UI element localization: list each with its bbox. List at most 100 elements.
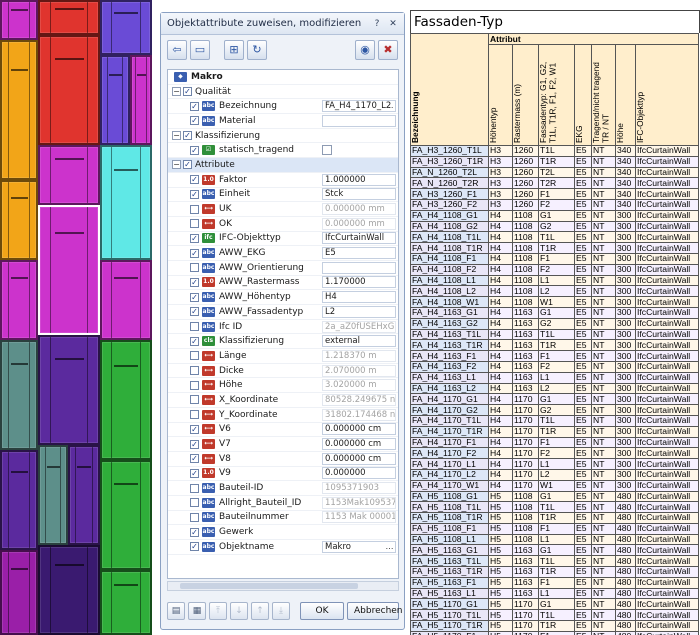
facade-panel[interactable] [100, 260, 152, 340]
table-row[interactable]: FA_H4_1108_T1R H4 1108 T1R E5 NT 300 IfcCurtain… [410, 242, 699, 254]
attribute-checkbox[interactable]: ✓ [190, 336, 199, 346]
table-row[interactable]: FA_H5_1163_F1 H5 1163 F1 E5 NT 480 IfcCurtainWa… [410, 576, 699, 589]
table-row[interactable]: FA_H4_1170_G2 H4 1170 G2 E5 NT 300 IfcCurtainWa… [410, 404, 699, 416]
table-row[interactable]: FA_H4_1108_G1 H4 1108 G1 E5 NT 300 IfcCurtainWa… [410, 209, 699, 222]
tree-attribute-row[interactable]: ⟷ OK 0.000000 mm [168, 217, 398, 232]
table-row[interactable]: FA_H4_1163_G1 H4 1163 G1 E5 NT 300 IfcCurtainWa… [410, 306, 699, 319]
attribute-value-field[interactable]: external [322, 335, 396, 348]
tree-attribute-row[interactable]: ✓ abc Einheit Stck [168, 188, 398, 203]
table-row[interactable]: FA_H5_1163_T1L H5 1163 T1L E5 NT 480 IfcCurtain… [410, 555, 699, 568]
attribute-value-field[interactable]: L2 [322, 305, 396, 318]
attribute-checkbox[interactable] [190, 322, 199, 332]
attribute-checkbox[interactable]: ✓ [190, 277, 199, 287]
facade-panel[interactable] [0, 340, 38, 450]
tree-attribute-row[interactable]: ✓ ☑ statisch_tragend [168, 143, 398, 159]
table-row[interactable]: FA_H4_1108_G2 H4 1108 G2 E5 NT 300 IfcCurtainWa… [410, 220, 699, 233]
attribute-checkbox[interactable]: ✓ [190, 439, 199, 449]
table-row[interactable]: FA_H4_1108_W1 H4 1108 W1 E5 NT 300 IfcCurtainWa… [410, 296, 699, 308]
tree-attribute-row[interactable]: abc AWW_Orientierung [168, 261, 398, 276]
table-row[interactable]: FA_H5_1163_T1R H5 1163 T1R E5 NT 480 IfcCurtain… [410, 566, 699, 578]
attribute-value-field[interactable]: 0.000000 cm [322, 452, 396, 465]
browse-icon[interactable]: … [385, 542, 394, 551]
attribute-checkbox[interactable]: ✓ [190, 468, 199, 478]
tree-group-row[interactable]: − ✓ Klassifizierung [168, 129, 398, 144]
facade-panel[interactable] [100, 145, 152, 260]
table-row[interactable]: FA_H4_1108_F2 H4 1108 F2 E5 NT 300 IfcCurtainWa… [410, 263, 699, 276]
attribute-checkbox[interactable]: ✓ [190, 424, 199, 434]
attribute-checkbox[interactable] [190, 219, 199, 229]
table-row[interactable]: FA_H4_1163_L2 H4 1163 L2 E5 NT 300 IfcCurtainWa… [410, 382, 699, 395]
facade-3d-view[interactable] [0, 0, 152, 635]
attribute-checkbox[interactable]: ✓ [190, 248, 199, 258]
delete-attribute-icon[interactable]: ✖ [378, 40, 398, 60]
facade-panel[interactable] [100, 460, 152, 570]
tree-attribute-row[interactable]: ✓ abc Bezeichnung FA_H4_1170_L2… [168, 99, 398, 115]
attribute-checkbox[interactable]: ✓ [190, 101, 199, 111]
attribute-value-field[interactable]: Makro… [322, 540, 396, 553]
tree-attribute-row[interactable]: ✓ abc AWW_Höhentyp H4 [168, 290, 398, 305]
table-row[interactable]: FA_H4_1163_L1 H4 1163 L1 E5 NT 300 IfcCurtainWa… [410, 371, 699, 384]
move-up-icon[interactable]: ↑ [251, 602, 269, 620]
attribute-value-field[interactable]: E5 [322, 247, 396, 260]
attribute-value-field[interactable] [322, 261, 396, 274]
tree-attribute-row[interactable]: ✓ abc AWW_EKG E5 [168, 246, 398, 261]
expand-collapse-icon[interactable]: − [172, 160, 181, 170]
cancel-button[interactable]: Abbrechen [347, 602, 403, 620]
tree-attribute-row[interactable]: ✓ 1.0 AWW_Rastermass 1.170000 [168, 276, 398, 291]
table-row[interactable]: FA_H4_1108_L1 H4 1108 L1 E5 NT 300 IfcCurtainWa… [410, 274, 699, 287]
facade-panel[interactable] [0, 40, 38, 180]
table-row[interactable]: FA_H5_1170_T1L H5 1170 T1L E5 NT 480 IfcCurtain… [410, 609, 699, 622]
facade-panel[interactable] [0, 0, 38, 40]
table-row[interactable]: FA_H4_1163_T1L H4 1163 T1L E5 NT 300 IfcCurtain… [410, 328, 699, 341]
table-row[interactable]: FA_H4_1170_F2 H4 1170 F2 E5 NT 300 IfcCurtainWa… [410, 447, 699, 460]
attribute-checkbox[interactable] [190, 512, 199, 522]
table-row[interactable]: FA_H5_1108_L1 H5 1108 L1 E5 NT 480 IfcCurtainWa… [410, 533, 699, 546]
facade-panel[interactable] [0, 180, 38, 260]
tree-attribute-row[interactable]: ⟷ UK 0.000000 mm [168, 202, 398, 217]
attribute-checkbox[interactable] [190, 498, 199, 508]
table-row[interactable]: FA_H4_1108_F1 H4 1108 F1 E5 NT 300 IfcCurtainWa… [410, 252, 699, 265]
tree-attribute-row[interactable]: ⟷ Dicke 2.070000 m [168, 364, 398, 379]
attribute-checkbox[interactable]: ✓ [190, 542, 199, 552]
expand-collapse-icon[interactable]: − [172, 131, 181, 141]
table-row[interactable]: FA_H5_1108_F1 H5 1108 F1 E5 NT 480 IfcCurtainWa… [410, 522, 699, 535]
attribute-checkbox[interactable]: ✓ [183, 87, 192, 97]
table-row[interactable]: FA_H4_1163_F2 H4 1163 F2 E5 NT 300 IfcCurtainWa… [410, 360, 699, 373]
table-row[interactable]: FA_H4_1170_L1 H4 1170 L1 E5 NT 300 IfcCurtainWa… [410, 458, 699, 470]
attribute-checkbox[interactable]: ✓ [190, 307, 199, 317]
table-row[interactable]: FA_H4_1170_W1 H4 1170 W1 E5 NT 300 IfcCurtainWa… [410, 479, 699, 492]
table-row[interactable]: FA_H4_1170_T1R H4 1170 T1R E5 NT 300 IfcCurtain… [410, 425, 699, 438]
attribute-checkbox[interactable]: ✓ [190, 189, 199, 199]
tree-attribute-row[interactable]: ✓ ⟷ V6 0.000000 cm [168, 423, 398, 438]
tree-attribute-row[interactable]: ✓ abc Material [168, 114, 398, 129]
help-icon[interactable]: ? [370, 17, 384, 30]
facade-panel[interactable] [0, 450, 38, 550]
favorite-load-icon[interactable]: ⇦ [167, 40, 187, 60]
facade-panel[interactable] [100, 340, 152, 460]
attribute-checkbox[interactable]: ✓ [183, 131, 192, 141]
scrollbar-thumb[interactable] [180, 583, 358, 589]
hide-icon[interactable]: ◉ [355, 40, 375, 60]
ok-button[interactable]: OK [300, 602, 344, 620]
attribute-checkbox[interactable] [190, 263, 199, 273]
tree-attribute-row[interactable]: abc Bauteil-ID 1095371903 [168, 481, 398, 496]
facade-panel[interactable] [38, 445, 68, 545]
attribute-checkbox[interactable]: ✓ [190, 454, 199, 464]
attribute-value-field[interactable]: 1.000000 [322, 173, 396, 186]
table-row[interactable]: FA_N_1260_T2L H3 1260 T2L E5 NT 340 IfcCurtainW… [410, 166, 699, 179]
attribute-value-field[interactable] [322, 114, 396, 127]
tree-attribute-row[interactable]: abc Allright_Bauteil_ID 1153Mak109537 [168, 496, 398, 511]
attribute-checkbox[interactable]: ✓ [190, 116, 199, 126]
facade-panel[interactable] [68, 445, 100, 545]
attribute-value-checkbox[interactable] [322, 145, 332, 156]
attribute-checkbox[interactable]: ✓ [190, 527, 199, 537]
tree-attribute-row[interactable]: ✓ abc Gewerk [168, 525, 398, 540]
refresh-icon[interactable]: ↻ [247, 40, 267, 60]
table-row[interactable]: FA_N_1260_T2R H3 1260 T2R E5 NT 340 IfcCurtainW… [410, 177, 699, 190]
table-row[interactable]: FA_H5_1108_G1 H5 1108 G1 E5 NT 480 IfcCurtainWa… [410, 490, 699, 503]
close-icon[interactable]: ✕ [386, 17, 400, 30]
tree-group-row[interactable]: − ✓ Qualität [168, 85, 398, 100]
table-row[interactable]: FA_H5_1163_G1 H5 1163 G1 E5 NT 480 IfcCurtainWa… [410, 544, 699, 557]
attribute-checkbox[interactable] [190, 395, 199, 405]
facade-panel[interactable] [38, 335, 100, 445]
